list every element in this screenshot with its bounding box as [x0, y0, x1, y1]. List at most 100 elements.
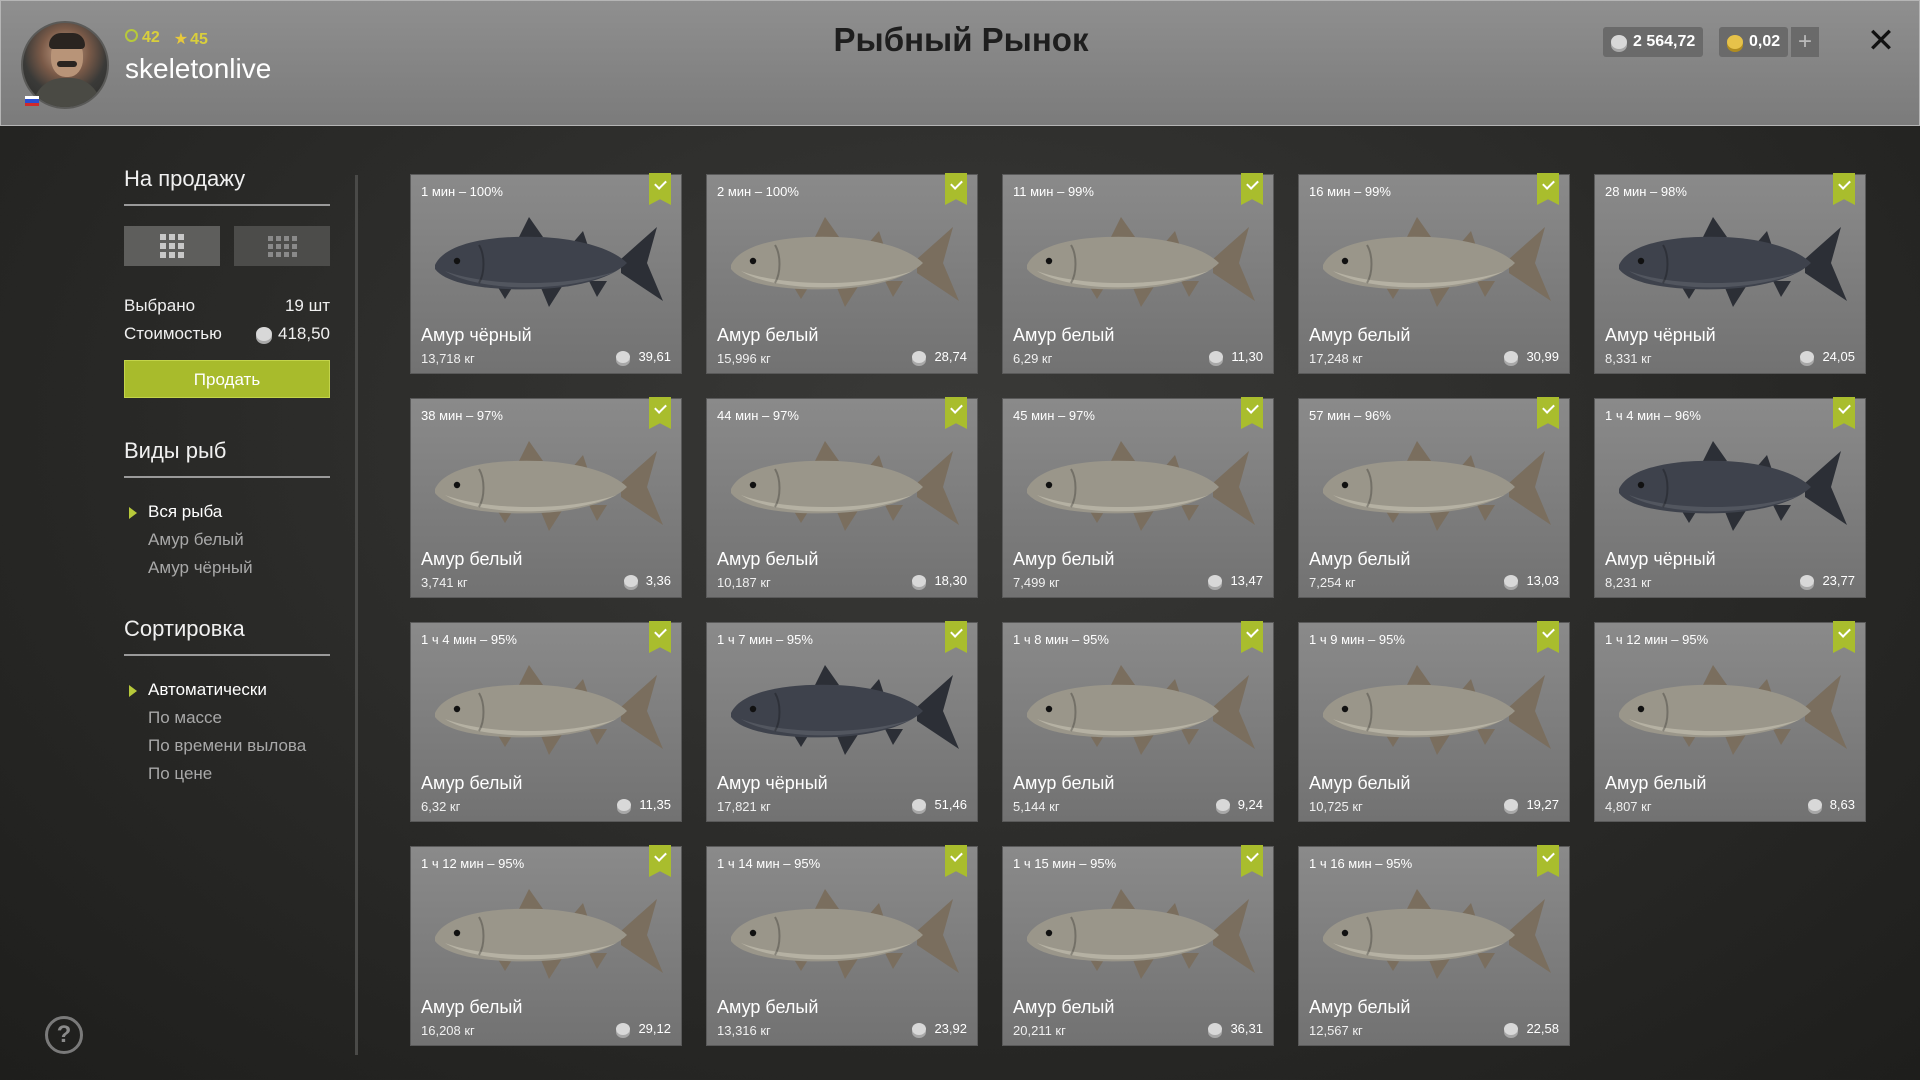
- silver-balance: 2 564,72: [1603, 27, 1704, 57]
- fish-card[interactable]: 1 ч 16 мин – 95% Амур белый 12,567 кг 22…: [1298, 845, 1570, 1046]
- fish-card[interactable]: 44 мин – 97% Амур белый 10,187 кг 18,30: [706, 397, 978, 598]
- fish-card[interactable]: 1 ч 8 мин – 95% Амур белый 5,144 кг 9,24: [1002, 621, 1274, 822]
- fish-name: Амур белый: [1605, 773, 1707, 793]
- price-value: 23,92: [934, 1021, 967, 1036]
- gold-balance: 0,02: [1719, 27, 1789, 57]
- help-button[interactable]: ?: [45, 1016, 83, 1054]
- price-value: 23,77: [1822, 573, 1855, 588]
- selected-check-icon[interactable]: [1537, 397, 1559, 429]
- fish-weight: 10,187 кг: [717, 575, 771, 590]
- silver-coin-icon: [616, 350, 631, 363]
- catch-time-freshness: 1 мин – 100%: [421, 184, 503, 199]
- fish-card[interactable]: 1 мин – 100% Амур чёрный 13,718 кг 39,61: [410, 173, 682, 374]
- fish-card[interactable]: 1 ч 7 мин – 95% Амур чёрный 17,821 кг 51…: [706, 621, 978, 822]
- cost-value-wrap: 418,50: [256, 324, 330, 344]
- add-gold-button[interactable]: +: [1791, 27, 1819, 57]
- silver-coin-icon: [912, 574, 927, 587]
- large-grid-view-button[interactable]: [124, 226, 220, 266]
- selected-check-icon[interactable]: [945, 397, 967, 429]
- fish-weight: 6,29 кг: [1013, 351, 1053, 366]
- fish-card[interactable]: 1 ч 9 мин – 95% Амур белый 10,725 кг 19,…: [1298, 621, 1570, 822]
- small-grid-view-button[interactable]: [234, 226, 330, 266]
- cost-value: 418,50: [278, 324, 330, 343]
- fish-card[interactable]: 45 мин – 97% Амур белый 7,499 кг 13,47: [1002, 397, 1274, 598]
- country-flag-icon: [25, 96, 39, 106]
- fish-name: Амур белый: [1013, 773, 1115, 793]
- catch-time-freshness: 1 ч 12 мин – 95%: [1605, 632, 1709, 647]
- sort-auto[interactable]: Автоматически: [124, 676, 330, 704]
- for-sale-title: На продажу: [124, 166, 330, 206]
- species-filter-black-amur[interactable]: Амур чёрный: [124, 554, 330, 582]
- fish-card[interactable]: 1 ч 14 мин – 95% Амур белый 13,316 кг 23…: [706, 845, 978, 1046]
- catch-time-freshness: 1 ч 4 мин – 95%: [421, 632, 517, 647]
- fish-icon: [1619, 217, 1847, 307]
- fish-card[interactable]: 1 ч 15 мин – 95% Амур белый 20,211 кг 36…: [1002, 845, 1274, 1046]
- selected-check-icon[interactable]: [1537, 845, 1559, 877]
- catch-time-freshness: 16 мин – 99%: [1309, 184, 1391, 199]
- fish-card[interactable]: 1 ч 4 мин – 95% Амур белый 6,32 кг 11,35: [410, 621, 682, 822]
- selected-check-icon[interactable]: [649, 845, 671, 877]
- fish-weight: 7,254 кг: [1309, 575, 1356, 590]
- selected-check-icon[interactable]: [1241, 845, 1263, 877]
- sort-by-price[interactable]: По цене: [124, 760, 330, 788]
- fish-icon: [731, 441, 959, 531]
- fish-price: 24,05: [1800, 349, 1855, 364]
- fish-name: Амур белый: [1013, 325, 1115, 345]
- silver-coin-icon: [1504, 574, 1519, 587]
- close-button[interactable]: ✕: [1863, 23, 1899, 59]
- price-value: 9,24: [1237, 797, 1263, 812]
- fish-name: Амур белый: [1309, 997, 1411, 1017]
- fish-card[interactable]: 2 мин – 100% Амур белый 15,996 кг 28,74: [706, 173, 978, 374]
- gold-amount: 0,02: [1749, 33, 1781, 50]
- selected-check-icon[interactable]: [1537, 621, 1559, 653]
- sort-by-mass[interactable]: По массе: [124, 704, 330, 732]
- fish-price: 23,77: [1800, 573, 1855, 588]
- selected-check-icon[interactable]: [1833, 173, 1855, 205]
- silver-coin-icon: [1807, 798, 1822, 811]
- selected-check-icon[interactable]: [1241, 621, 1263, 653]
- selected-check-icon[interactable]: [1537, 173, 1559, 205]
- sort-by-catch-time[interactable]: По времени вылова: [124, 732, 330, 760]
- species-filter-all[interactable]: Вся рыба: [124, 498, 330, 526]
- fish-name: Амур белый: [1013, 549, 1115, 569]
- fish-card[interactable]: 11 мин – 99% Амур белый 6,29 кг 11,30: [1002, 173, 1274, 374]
- price-value: 28,74: [934, 349, 967, 364]
- silver-coin-icon: [1800, 574, 1815, 587]
- selected-check-icon[interactable]: [945, 173, 967, 205]
- fish-card[interactable]: 57 мин – 96% Амур белый 7,254 кг 13,03: [1298, 397, 1570, 598]
- fish-name: Амур белый: [717, 997, 819, 1017]
- fish-card[interactable]: 1 ч 12 мин – 95% Амур белый 4,807 кг 8,6…: [1594, 621, 1866, 822]
- fish-price: 3,36: [623, 573, 671, 588]
- fish-price: 30,99: [1504, 349, 1559, 364]
- fish-card[interactable]: 38 мин – 97% Амур белый 3,741 кг 3,36: [410, 397, 682, 598]
- fish-weight: 15,996 кг: [717, 351, 771, 366]
- fish-card[interactable]: 16 мин – 99% Амур белый 17,248 кг 30,99: [1298, 173, 1570, 374]
- fish-card[interactable]: 28 мин – 98% Амур чёрный 8,331 кг 24,05: [1594, 173, 1866, 374]
- selected-check-icon[interactable]: [649, 173, 671, 205]
- fish-icon: [1323, 889, 1551, 979]
- catch-time-freshness: 1 ч 7 мин – 95%: [717, 632, 813, 647]
- fish-icon: [1027, 441, 1255, 531]
- fish-price: 19,27: [1504, 797, 1559, 812]
- selected-check-icon[interactable]: [1833, 397, 1855, 429]
- species-filter-white-amur[interactable]: Амур белый: [124, 526, 330, 554]
- fish-card[interactable]: 1 ч 4 мин – 96% Амур чёрный 8,231 кг 23,…: [1594, 397, 1866, 598]
- sell-button[interactable]: Продать: [124, 360, 330, 398]
- selected-check-icon[interactable]: [649, 621, 671, 653]
- fish-icon: [1619, 665, 1847, 755]
- view-toggle: [124, 226, 330, 266]
- fish-card[interactable]: 1 ч 12 мин – 95% Амур белый 16,208 кг 29…: [410, 845, 682, 1046]
- fish-weight: 7,499 кг: [1013, 575, 1060, 590]
- silver-coin-icon: [1209, 350, 1224, 363]
- silver-amount: 2 564,72: [1633, 33, 1696, 50]
- catch-time-freshness: 38 мин – 97%: [421, 408, 503, 423]
- selected-check-icon[interactable]: [1241, 397, 1263, 429]
- price-value: 11,30: [1231, 349, 1263, 364]
- selected-check-icon[interactable]: [1241, 173, 1263, 205]
- selected-check-icon[interactable]: [945, 621, 967, 653]
- price-value: 29,12: [638, 1021, 671, 1036]
- selected-check-icon[interactable]: [1833, 621, 1855, 653]
- selected-check-icon[interactable]: [649, 397, 671, 429]
- silver-coin-icon: [1611, 35, 1627, 49]
- selected-check-icon[interactable]: [945, 845, 967, 877]
